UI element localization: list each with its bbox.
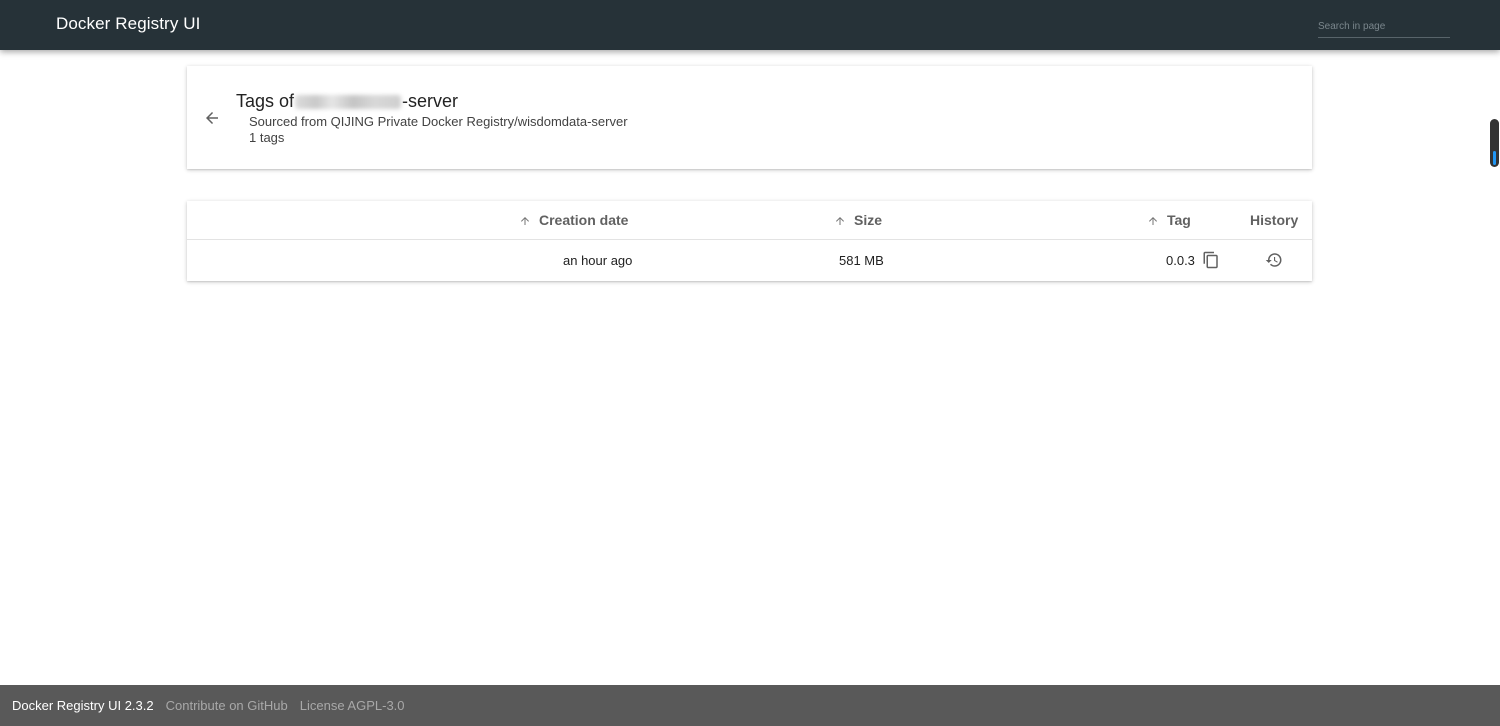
copy-tag-button[interactable] xyxy=(1202,251,1220,269)
app-header: Docker Registry UI xyxy=(0,0,1500,50)
column-label: History xyxy=(1250,212,1299,228)
github-link[interactable]: Contribute on GitHub xyxy=(166,698,288,713)
tags-table: Creation date Size Tag History an hour a… xyxy=(187,201,1312,281)
column-header-creation-date[interactable]: Creation date xyxy=(519,212,628,228)
license-link[interactable]: License AGPL-3.0 xyxy=(300,698,405,713)
title-suffix: -server xyxy=(402,91,459,111)
back-button[interactable] xyxy=(203,109,221,127)
scrollbar-accent xyxy=(1493,151,1496,165)
view-history-button[interactable] xyxy=(1265,251,1283,269)
cell-size: 581 MB xyxy=(839,253,884,268)
column-header-history: History xyxy=(1250,212,1298,228)
redacted-repo-name xyxy=(295,94,402,109)
cell-creation-date: an hour ago xyxy=(563,253,633,268)
tag-count: 1 tags xyxy=(249,130,285,145)
page-title: Tags of -server xyxy=(236,91,458,112)
copy-icon xyxy=(1203,251,1218,269)
arrow-up-icon xyxy=(521,217,529,225)
header-divider xyxy=(187,239,1312,240)
app-footer: Docker Registry UI 2.3.2 Contribute on G… xyxy=(0,685,1500,726)
history-icon xyxy=(1265,253,1282,267)
app-version: Docker Registry UI 2.3.2 xyxy=(12,698,154,713)
title-prefix: Tags of xyxy=(236,91,295,111)
arrow-back-icon xyxy=(206,112,218,124)
app-title[interactable]: Docker Registry UI xyxy=(56,14,200,34)
arrow-up-icon xyxy=(836,217,844,225)
arrow-up-icon xyxy=(1149,217,1157,225)
scrollbar-thumb[interactable] xyxy=(1490,119,1499,167)
column-label: Tag xyxy=(1167,212,1191,228)
cell-tag: 0.0.3 xyxy=(1166,253,1195,268)
search-input[interactable] xyxy=(1318,16,1450,38)
column-label: Creation date xyxy=(539,212,629,228)
registry-source: Sourced from QIJING Private Docker Regis… xyxy=(249,114,628,129)
column-label: Size xyxy=(854,212,883,228)
column-header-tag[interactable]: Tag xyxy=(1147,212,1191,228)
tags-title-card: Tags of -server Sourced from QIJING Priv… xyxy=(187,66,1312,169)
column-header-size[interactable]: Size xyxy=(834,212,882,228)
